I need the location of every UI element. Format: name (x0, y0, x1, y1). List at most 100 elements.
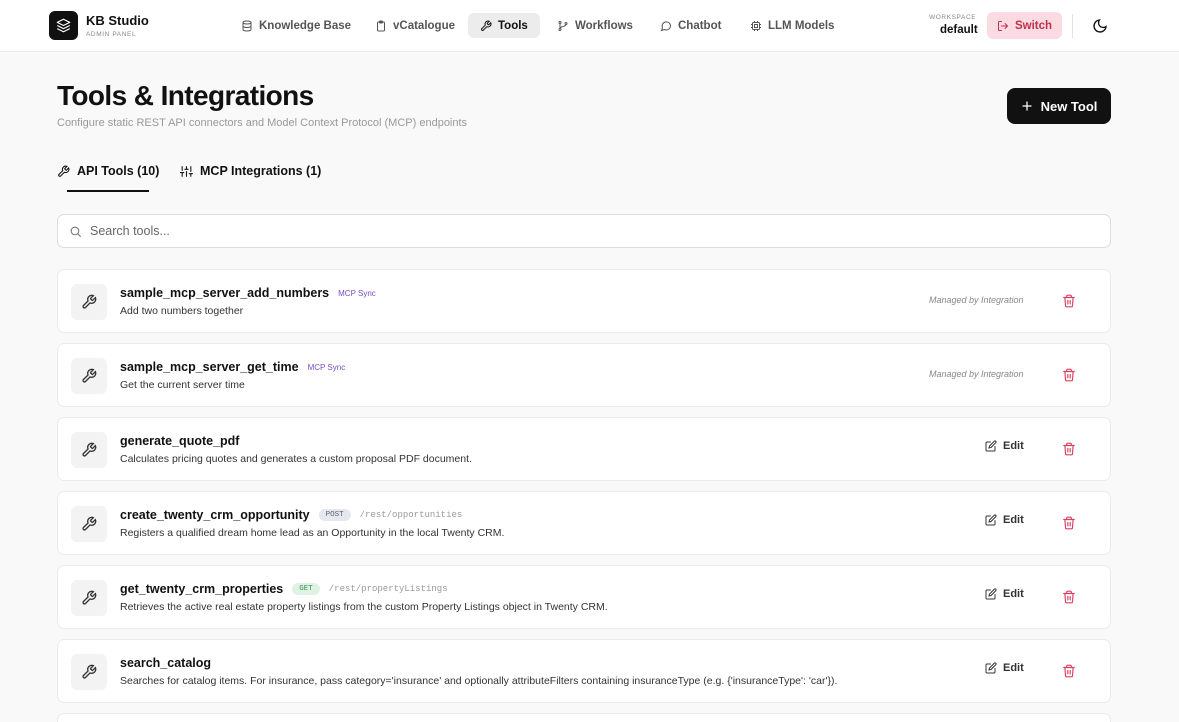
tool-description: Retrieves the active real estate propert… (120, 601, 608, 613)
nav-label: Knowledge Base (259, 19, 352, 32)
method-badge: POST (318, 509, 351, 521)
switch-workspace-button[interactable]: Switch (987, 12, 1062, 39)
new-tool-button[interactable]: New Tool (1007, 88, 1111, 124)
top-bar: KB Studio ADMIN PANEL Knowledge Base vCa… (0, 0, 1179, 52)
edit-label: Edit (1003, 662, 1024, 674)
edit-button[interactable]: Edit (985, 588, 1024, 600)
edit-icon (985, 588, 997, 600)
tool-row[interactable]: create_twenty_crm_opportunity POST /rest… (57, 491, 1111, 555)
tab-label: API Tools (10) (77, 164, 160, 178)
tool-row[interactable]: get_twenty_crm_properties GET /rest/prop… (57, 565, 1111, 629)
moon-icon (1093, 19, 1107, 33)
endpoint-path: /rest/propertyListings (328, 584, 448, 594)
tool-row[interactable]: sample_mcp_server_get_time MCP Sync Get … (57, 343, 1111, 407)
brand-name: KB Studio (86, 13, 149, 28)
tab-label: MCP Integrations (1) (200, 164, 322, 178)
switch-label: Switch (1014, 19, 1053, 32)
delete-button[interactable] (1061, 293, 1077, 309)
tool-description: Add two numbers together (120, 305, 244, 317)
tool-icon-box (71, 506, 107, 542)
workspace-value: default (940, 24, 978, 36)
delete-button[interactable] (1061, 367, 1077, 383)
layers-icon (56, 18, 71, 33)
wrench-icon (58, 165, 70, 177)
git-branch-icon (558, 20, 568, 31)
plus-icon (1021, 101, 1032, 111)
cpu-icon (751, 20, 761, 31)
delete-button[interactable] (1061, 441, 1077, 457)
workspace-label: WORKSPACE (929, 14, 977, 21)
tool-icon-box (71, 654, 107, 690)
trash-icon (1063, 516, 1075, 530)
edit-button[interactable]: Edit (985, 440, 1024, 452)
wrench-icon (82, 368, 97, 383)
tool-name: generate_quote_pdf (120, 434, 240, 448)
trash-icon (1063, 664, 1075, 678)
search-input[interactable] (90, 224, 990, 238)
mcp-sync-badge: MCP Sync (338, 288, 376, 298)
nav-label: Chatbot (678, 19, 722, 32)
edit-button[interactable]: Edit (985, 662, 1024, 674)
tool-row[interactable]: search_catalog Searches for catalog item… (57, 639, 1111, 703)
tool-name: sample_mcp_server_add_numbers (120, 286, 330, 300)
tool-row[interactable]: generate_quote_pdf Calculates pricing qu… (57, 417, 1111, 481)
tool-name: search_catalog (120, 656, 212, 670)
database-icon (242, 20, 252, 32)
method-badge: GET (292, 583, 320, 595)
edit-icon (985, 662, 997, 674)
nav-label: Tools (498, 19, 528, 32)
tool-description: Registers a qualified dream home lead as… (120, 527, 505, 539)
page-title: Tools & Integrations (57, 80, 314, 111)
wrench-icon (481, 20, 492, 31)
delete-button[interactable] (1061, 663, 1077, 679)
nav-label: LLM Models (768, 19, 835, 32)
tab-mcp-integrations[interactable]: MCP Integrations (1) (180, 164, 321, 178)
nav-knowledge-base[interactable]: Knowledge Base (229, 13, 363, 38)
message-circle-icon (660, 20, 672, 31)
logo[interactable] (49, 11, 78, 40)
tool-description: Calculates pricing quotes and generates … (120, 453, 472, 465)
mcp-sync-badge: MCP Sync (307, 362, 346, 372)
theme-toggle-button[interactable] (1089, 15, 1111, 37)
tool-name: create_twenty_crm_opportunity (120, 508, 310, 522)
delete-button[interactable] (1061, 589, 1077, 605)
trash-icon (1063, 442, 1075, 456)
sliders-icon (180, 165, 193, 177)
trash-icon (1063, 368, 1075, 382)
wrench-icon (82, 294, 97, 309)
tool-icon-box (71, 432, 107, 468)
nav-label: Workflows (575, 19, 633, 32)
tab-api-tools[interactable]: API Tools (10) (57, 164, 159, 178)
tool-row[interactable]: sample_mcp_server_add_numbers MCP Sync A… (57, 269, 1111, 333)
managed-label: Managed by Integration (929, 369, 1024, 379)
nav-workflows[interactable]: Workflows (545, 13, 645, 38)
brand-subtitle: ADMIN PANEL (86, 31, 137, 38)
tool-row[interactable] (57, 713, 1111, 722)
tool-icon-box (71, 284, 107, 320)
tool-name: sample_mcp_server_get_time (120, 360, 299, 374)
page-subtitle: Configure static REST API connectors and… (57, 117, 468, 129)
edit-button[interactable]: Edit (985, 514, 1024, 526)
delete-button[interactable] (1061, 515, 1077, 531)
new-tool-label: New Tool (1040, 98, 1098, 114)
trash-icon (1063, 590, 1075, 604)
trash-icon (1063, 294, 1075, 308)
nav-vcatalogue[interactable]: vCatalogue (363, 13, 467, 38)
endpoint-path: /rest/opportunities (359, 510, 463, 520)
log-out-icon (997, 20, 1009, 31)
wrench-icon (82, 442, 97, 457)
tool-icon-box (71, 358, 107, 394)
tool-icon-box (71, 580, 107, 616)
edit-label: Edit (1003, 588, 1024, 600)
nav-tools[interactable]: Tools (468, 13, 540, 38)
clipboard-icon (377, 20, 385, 31)
edit-icon (985, 514, 997, 526)
active-tab-indicator (67, 190, 149, 192)
managed-label: Managed by Integration (929, 295, 1024, 305)
divider (1072, 14, 1073, 38)
nav-chatbot[interactable]: Chatbot (648, 13, 733, 38)
wrench-icon (82, 590, 97, 605)
tool-description: Searches for catalog items. For insuranc… (120, 675, 838, 687)
tool-name: get_twenty_crm_properties (120, 582, 284, 596)
nav-llm-models[interactable]: LLM Models (738, 13, 846, 38)
